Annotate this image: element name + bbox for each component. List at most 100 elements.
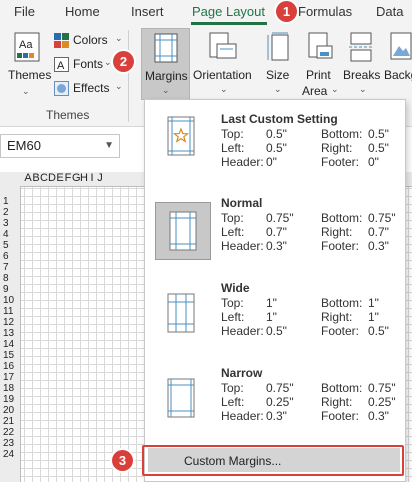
effects-button[interactable]: Effects ⌄ [54,80,124,98]
row-header[interactable]: 4 [3,230,19,240]
value-left: 0.5" [266,141,287,155]
colors-button[interactable]: Colors ⌄ [54,32,124,50]
margin-option-last-custom[interactable]: Last Custom Setting Top: 0.5" Bottom: 0.5" … [145,112,405,196]
row-header[interactable]: 23 [3,439,19,449]
row-header[interactable]: 9 [3,285,19,295]
value-right: 1" [368,310,379,324]
column-header[interactable]: G [72,172,81,184]
tab-page-layout[interactable]: Page Layout [192,4,265,19]
row-header[interactable]: 7 [3,263,19,273]
label-bottom: Bottom: [321,296,363,310]
margins-label: Margins [145,69,188,83]
orientation-icon [209,32,237,59]
margins-button[interactable]: Margins ⌄ [141,28,190,100]
margin-preview [153,366,209,424]
column-header[interactable]: I [88,172,96,184]
row-header[interactable]: 12 [3,318,19,328]
margin-option-normal[interactable]: Normal Top: 0.75" Bottom: 0.75" Left: 0.7" Ri… [145,196,405,280]
row-header[interactable]: 6 [3,252,19,262]
column-header[interactable]: H [80,172,88,184]
chevron-down-icon: ⌄ [104,57,112,67]
value-bottom: 0.5" [368,127,389,141]
row-header[interactable]: 3 [3,219,19,229]
label-top: Top: [221,127,244,141]
value-top: 0.5" [266,127,287,141]
column-header[interactable]: C [40,172,48,184]
row-header[interactable]: 20 [3,406,19,416]
row-header[interactable]: 24 [3,450,19,460]
value-header: 0" [266,155,277,169]
chevron-down-icon: ⌄ [22,86,30,96]
column-header[interactable]: J [96,172,104,184]
size-button[interactable]: Size ⌄ [260,28,296,100]
row-header[interactable]: 18 [3,384,19,394]
chevron-down-icon: ⌄ [359,84,367,94]
orientation-button[interactable]: Orientation ⌄ [193,28,253,100]
value-footer: 0" [368,155,379,169]
margin-option-narrow[interactable]: Narrow Top: 0.75" Bottom: 0.75" Left: 0.25" R… [145,366,405,450]
row-header[interactable]: 2 [3,208,19,218]
column-header[interactable]: E [56,172,64,184]
row-header[interactable]: 22 [3,428,19,438]
column-header[interactable]: D [48,172,56,184]
row-header[interactable]: 21 [3,417,19,427]
row-header[interactable]: 14 [3,340,19,350]
breaks-icon [349,32,373,62]
tab-home[interactable]: Home [65,4,100,19]
ribbon-tab-bar: File Home Insert Page Layout Formulas Da… [0,0,412,26]
tab-formulas[interactable]: Formulas [298,4,352,19]
background-button[interactable]: Backg [384,28,412,100]
tab-data[interactable]: Data [376,4,403,19]
effects-label: Effects [73,81,110,95]
row-header[interactable]: 5 [3,241,19,251]
column-header[interactable]: F [64,172,72,184]
themes-icon: Aa [14,32,40,62]
row-header[interactable]: 13 [3,329,19,339]
row-header[interactable]: 11 [3,307,19,317]
label-right: Right: [321,141,353,155]
label-footer: Footer: [321,239,360,253]
themes-button[interactable]: Aa Themes ⌄ [6,30,51,102]
row-header[interactable]: 10 [3,296,19,306]
name-box[interactable]: EM60 ▼ [0,134,120,158]
tab-file[interactable]: File [14,4,35,19]
margins-dropdown-menu: Last Custom Setting Top: 0.5" Bottom: 0.5" … [142,99,406,482]
value-right: 0.25" [368,395,396,409]
label-bottom: Bottom: [321,127,363,141]
column-header[interactable]: B [32,172,40,184]
callout-1: 1 [276,1,297,22]
label-top: Top: [221,296,244,310]
page-preview-icon [167,293,195,333]
area-label: Area [302,84,328,98]
print-area-button[interactable]: Print Area ⌄ [300,28,340,100]
value-bottom: 0.75" [368,381,396,395]
orientation-label: Orientation [193,68,252,82]
value-left: 1" [266,310,277,324]
margin-preview-selected [155,202,211,260]
breaks-button[interactable]: Breaks ⌄ [340,28,382,100]
chevron-down-icon: ▼ [104,140,114,151]
label-header: Header: [221,239,264,253]
option-title: Last Custom Setting [221,112,338,126]
row-header[interactable]: 8 [3,274,19,284]
svg-text:A: A [57,60,65,72]
row-header[interactable]: 1 [3,197,19,207]
tab-insert[interactable]: Insert [131,4,164,19]
active-tab-indicator [191,22,267,25]
option-title: Normal [221,196,263,210]
background-label: Backg [384,68,412,82]
group-divider [128,30,129,122]
print-label: Print [306,68,331,82]
background-icon [390,32,412,60]
row-header[interactable]: 17 [3,373,19,383]
row-header[interactable]: 19 [3,395,19,405]
column-header[interactable]: A [24,172,32,184]
margins-icon [154,33,178,63]
label-left: Left: [221,395,245,409]
margin-preview [153,112,209,170]
row-header[interactable]: 16 [3,362,19,372]
custom-margins-item[interactable]: Custom Margins... [142,445,405,476]
value-left: 0.7" [266,225,287,239]
margin-option-wide[interactable]: Wide Top: 1" Bottom: 1" Left: 1" Right: 1" Hea… [145,281,405,365]
row-header[interactable]: 15 [3,351,19,361]
